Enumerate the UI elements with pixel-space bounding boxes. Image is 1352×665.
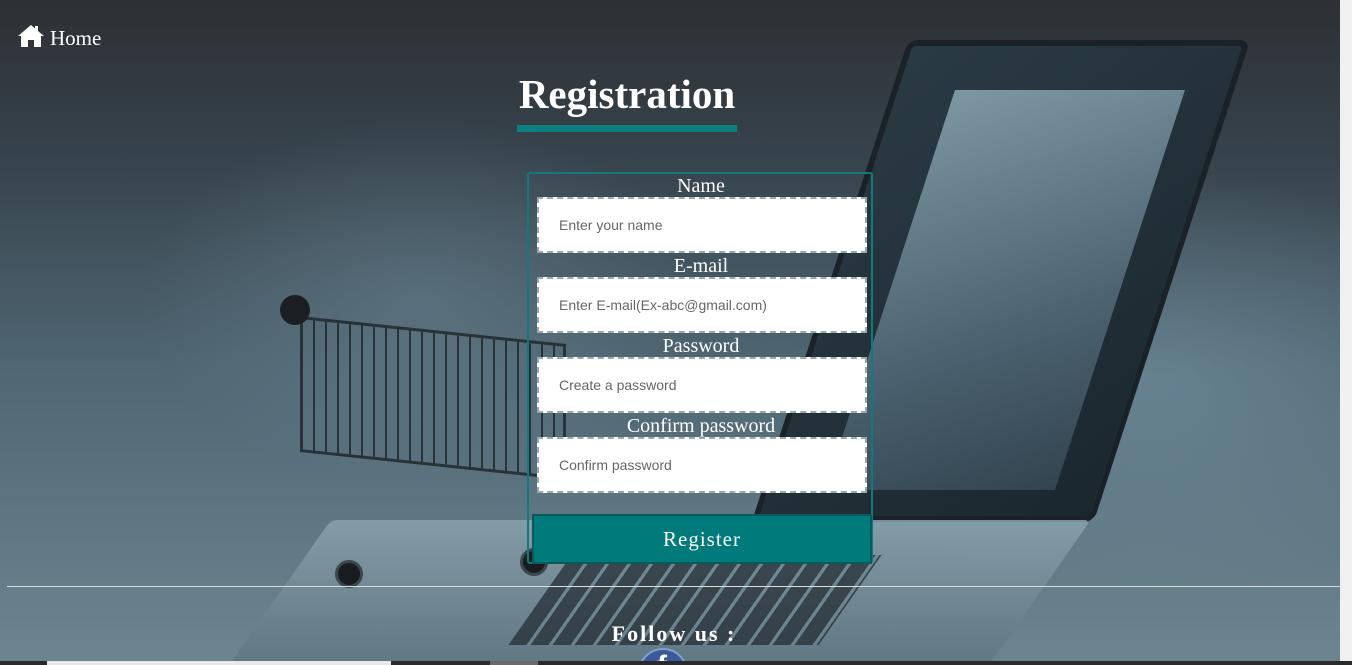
email-input[interactable] [537, 277, 867, 333]
name-input[interactable] [537, 197, 867, 253]
home-label: Home [50, 26, 102, 50]
register-button[interactable]: Register [532, 514, 872, 564]
confirm-password-input[interactable] [537, 437, 867, 493]
follow-us-label: Follow us : [611, 621, 737, 646]
home-link[interactable]: Home [17, 22, 101, 49]
page-title: Registration [518, 71, 736, 117]
scrollbar-thumb[interactable] [47, 661, 391, 665]
title-underline [517, 125, 737, 132]
background-cart-handle [280, 295, 310, 325]
name-label: Name [677, 175, 725, 197]
email-label: E-mail [673, 255, 729, 277]
scrollbar-segment [490, 661, 538, 665]
window-edge [1340, 0, 1352, 665]
confirm-password-label: Confirm password [626, 415, 776, 437]
home-icon [18, 24, 44, 47]
password-label: Password [662, 335, 740, 357]
password-input[interactable] [537, 357, 867, 413]
footer-divider [7, 586, 1340, 587]
background-cart-wheel [335, 560, 363, 588]
